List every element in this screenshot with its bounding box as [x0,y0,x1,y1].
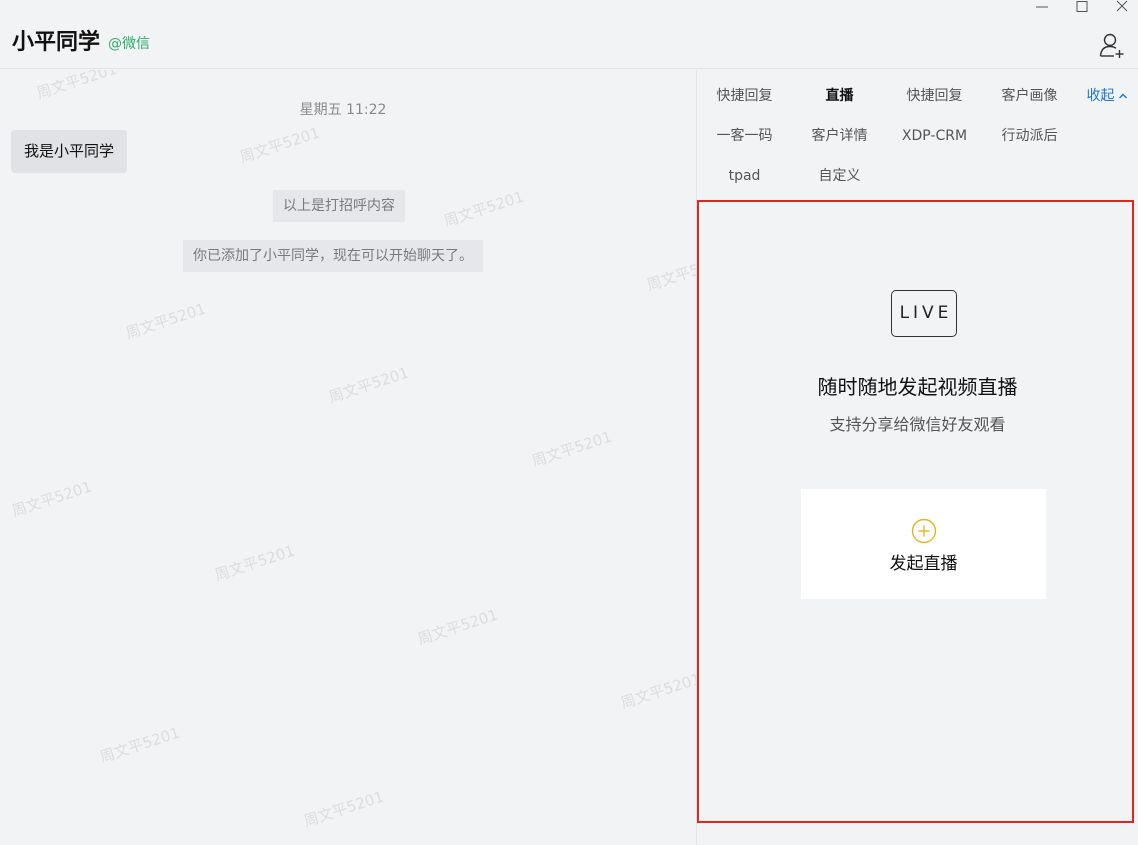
watermark: 周文平5201 [123,299,209,343]
tab-custom[interactable]: 自定义 [792,166,887,186]
watermark: 周文平5201 [441,187,527,231]
live-title: 随时随地发起视频直播 [817,375,1018,399]
tab-live[interactable]: 直播 [792,86,887,106]
tab-action-group[interactable]: 行动派后 [982,126,1077,146]
watermark: 周文平5201 [97,723,183,767]
tab-tpad[interactable]: tpad [697,166,792,186]
watermark: 周文平5201 [529,427,615,471]
watermark: 周文平5201 [415,605,501,649]
tab-xdp-crm[interactable]: XDP-CRM [887,126,982,146]
tab-one-customer-one-code[interactable]: 一客一码 [697,126,792,146]
watermark: 周文平5201 [9,477,95,521]
watermark: 周文平5201 [644,251,696,295]
start-live-label: 发起直播 [889,554,958,574]
watermark: 周文平5201 [326,363,412,407]
side-panel-tabs: 快捷回复 直播 快捷回复 客户画像 收起 一客一码 客户详情 XDP-CRM 行… [697,70,1138,200]
system-message: 你已添加了小平同学，现在可以开始聊天了。 [183,240,483,272]
start-live-button[interactable]: 发起直播 [801,489,1046,599]
watermark: 周文平5201 [618,669,696,713]
message-timestamp: 星期五 11:22 [299,102,387,118]
tab-quick-reply-2[interactable]: 快捷回复 [887,86,982,106]
live-icon: LIVE [891,290,957,337]
chevron-up-icon [1118,86,1128,106]
chat-area[interactable]: 周文平5201 周文平5201 周文平5201 周文平5201 周文平5201 … [0,70,696,845]
tab-customer-profile[interactable]: 客户画像 [982,86,1077,106]
tab-quick-reply[interactable]: 快捷回复 [697,86,792,106]
message-bubble[interactable]: 我是小平同学 [11,130,128,173]
tab-customer-details[interactable]: 客户详情 [792,126,887,146]
contact-source: @微信 [108,36,150,52]
system-message: 以上是打招呼内容 [273,190,405,222]
side-panel: 快捷回复 直播 快捷回复 客户画像 收起 一客一码 客户详情 XDP-CRM 行… [696,70,1138,845]
live-subtitle: 支持分享给微信好友观看 [829,415,1006,434]
plus-circle-icon [911,518,937,544]
collapse-label: 收起 [1086,88,1115,104]
watermark: 周文平5201 [237,123,323,167]
watermark: 周文平5201 [212,541,298,585]
watermark: 周文平5201 [301,787,387,831]
watermark: 周文平5201 [34,70,120,103]
collapse-button[interactable]: 收起 [1077,86,1137,106]
contact-name: 小平同学 [12,30,101,55]
add-user-icon[interactable] [1098,31,1126,59]
chat-header: 小平同学 @微信 [0,0,1138,69]
live-panel: LIVE 随时随地发起视频直播 支持分享给微信好友观看 发起直播 [697,200,1134,823]
